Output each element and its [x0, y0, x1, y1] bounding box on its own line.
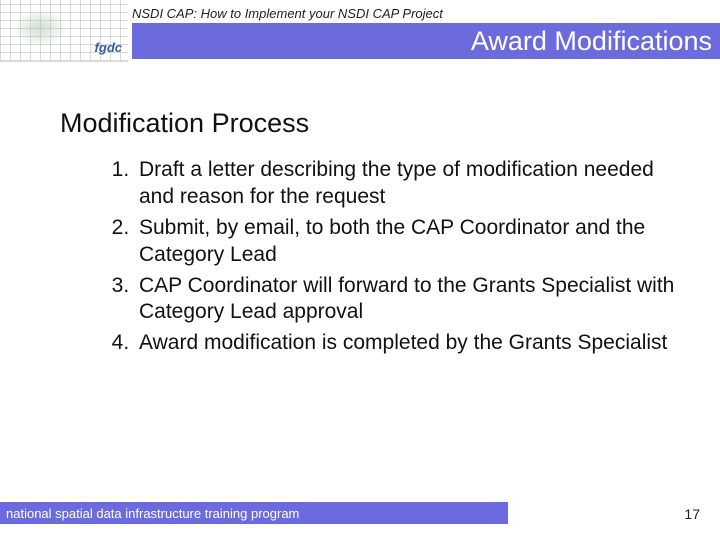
step-item: Draft a letter describing the type of mo… [135, 157, 690, 211]
step-item: CAP Coordinator will forward to the Gran… [135, 273, 690, 327]
header-title-area: NSDI CAP: How to Implement your NSDI CAP… [128, 0, 720, 59]
steps-list: Draft a letter describing the type of mo… [60, 157, 690, 357]
section-title: Modification Process [60, 108, 690, 139]
logo-fgdc: fgdc [0, 0, 128, 62]
footer-text: national spatial data infrastructure tra… [6, 506, 299, 521]
slide: fgdc NSDI CAP: How to Implement your NSD… [0, 0, 720, 540]
logo-text: fgdc [95, 40, 122, 55]
content: Modification Process Draft a letter desc… [60, 108, 690, 361]
preheader: NSDI CAP: How to Implement your NSDI CAP… [132, 6, 720, 23]
page-number: 17 [684, 506, 700, 522]
step-item: Award modification is completed by the G… [135, 330, 690, 357]
slide-title: Award Modifications [471, 26, 712, 57]
header: fgdc NSDI CAP: How to Implement your NSD… [0, 0, 720, 62]
step-item: Submit, by email, to both the CAP Coordi… [135, 215, 690, 269]
title-bar: Award Modifications [132, 23, 720, 59]
footer-bar: national spatial data infrastructure tra… [0, 502, 508, 524]
